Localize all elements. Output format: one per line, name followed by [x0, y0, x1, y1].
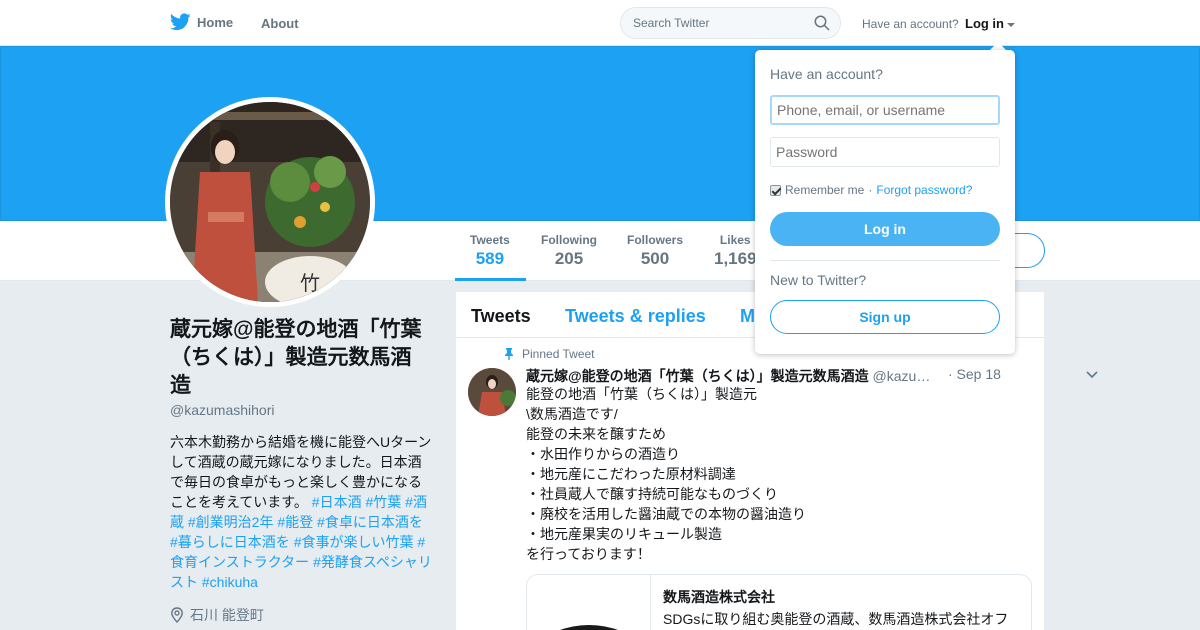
search-icon[interactable] — [814, 15, 830, 31]
profile-handle[interactable]: @kazumashihori — [170, 402, 274, 418]
stat-likes[interactable]: Likes 1,169 — [714, 233, 757, 269]
svg-text:竹: 竹 — [300, 271, 320, 295]
pinned-text: Pinned Tweet — [522, 347, 595, 361]
tweet-author-name[interactable]: 蔵元嫁@能登の地酒「竹葉（ちくは）」製造元数馬酒造 — [526, 368, 869, 384]
stat-value: 205 — [554, 249, 584, 268]
tweet-header: 蔵元嫁@能登の地酒「竹葉（ちくは）」製造元数馬酒造 @kazu… · Sep 1… — [526, 366, 1098, 386]
tweet-line: を行っております！ — [526, 546, 651, 562]
link-card-description: SDGsに取り組む奥能登の酒蔵、数馬酒造株式会社オフ — [663, 611, 1009, 627]
profile-bio: 六本木勤務から結婚を機に能登へUターンして酒蔵の蔵元嫁になりました。日本酒で毎日… — [170, 432, 432, 592]
nav-home-link[interactable]: Home — [170, 13, 233, 31]
pinned-tweet-label: Pinned Tweet — [504, 347, 595, 361]
login-dropdown: Have an account? Remember me · Forgot pa… — [755, 50, 1015, 354]
bio-hashtag[interactable]: #chikuha — [202, 574, 258, 590]
new-to-twitter-label: New to Twitter? — [770, 272, 867, 288]
tweet-line: 能登の未来を醸すため — [526, 426, 666, 442]
nav-about-link[interactable]: About — [261, 16, 299, 31]
tweet-avatar-image — [468, 368, 516, 416]
remember-me-checkbox[interactable] — [770, 184, 781, 196]
chevron-down-icon — [1007, 22, 1015, 27]
search-input[interactable]: Search Twitter — [620, 7, 841, 39]
stat-tweets[interactable]: Tweets 589 — [470, 233, 510, 269]
nav-home-label: Home — [197, 14, 234, 30]
signup-button[interactable]: Sign up — [770, 300, 1000, 334]
tweet-line: 能登の地酒「竹葉（ちくは）」製造元 — [526, 386, 757, 402]
bio-hashtag[interactable]: #食卓に日本酒を — [317, 514, 423, 530]
avatar-photo: 竹 — [170, 102, 370, 302]
stat-value: 500 — [640, 249, 670, 268]
top-navigation: Home About Search Twitter Have an accoun… — [0, 0, 1200, 46]
tweet-line: ・廃校を活用した醤油蔵での本物の醤油造り — [526, 506, 806, 522]
bio-hashtag[interactable]: #竹葉 — [365, 494, 401, 510]
tweet-date[interactable]: · Sep 18 — [948, 366, 1001, 382]
link-card-image — [527, 575, 651, 630]
stat-following[interactable]: Following 205 — [541, 233, 597, 269]
dropdown-divider — [770, 260, 1000, 261]
remember-row: Remember me · Forgot password? — [770, 183, 972, 197]
password-field[interactable] — [770, 137, 1000, 167]
tweet-avatar[interactable] — [468, 368, 516, 416]
link-card-title: 数馬酒造株式会社 — [663, 589, 775, 605]
remember-me-label[interactable]: Remember me — [785, 183, 864, 197]
stat-label: Following — [541, 233, 597, 247]
stat-label: Likes — [719, 233, 751, 247]
remember-separator: · — [868, 183, 873, 197]
profile-name: 蔵元嫁@能登の地酒「竹葉（ちくは）」製造元数馬酒造 — [170, 318, 422, 397]
link-card[interactable]: 数馬酒造株式会社 SDGsに取り組む奥能登の酒蔵、数馬酒造株式会社オフ — [526, 574, 1032, 630]
avatar-illustration: 竹 — [170, 102, 370, 302]
stat-followers[interactable]: Followers 500 — [627, 233, 683, 269]
login-link-label: Log in — [965, 16, 1004, 31]
have-account-label: Have an account? — [862, 17, 959, 31]
active-stat-underline — [455, 278, 526, 281]
search-placeholder: Search Twitter — [633, 16, 710, 30]
location-pin-icon — [171, 607, 183, 623]
profile-location: 石川 能登町 — [170, 605, 264, 625]
bio-hashtag[interactable]: #暮らしに日本酒を — [170, 534, 290, 550]
bio-hashtag[interactable]: #能登 — [277, 514, 313, 530]
tweet-line: ・地元産にこだわった原材料調達 — [526, 466, 736, 482]
bio-hashtag[interactable]: #創業明治2年 — [188, 514, 274, 530]
tweet-line: ・社員蔵人で醸す持続可能なものづくり — [526, 486, 778, 502]
stat-label: Followers — [627, 233, 684, 247]
bio-hashtag[interactable]: #日本酒 — [312, 494, 362, 510]
location-text: 石川 能登町 — [190, 607, 264, 623]
dropdown-arrow — [990, 42, 1006, 50]
tweet-line: ・水田作りからの酒造り — [526, 446, 680, 462]
tweet-line: \数馬酒造です/ — [526, 406, 618, 422]
dropdown-heading: Have an account? — [770, 66, 883, 82]
forgot-password-link[interactable]: Forgot password? — [876, 183, 972, 197]
tweet-line: ・地元産果実のリキュール製造 — [526, 526, 722, 542]
tab-media[interactable]: M — [740, 306, 755, 327]
login-button[interactable]: Log in — [770, 212, 1000, 246]
tab-tweets-replies[interactable]: Tweets & replies — [565, 306, 706, 327]
pin-icon — [505, 348, 513, 360]
card-logo-image — [559, 625, 619, 630]
tweet-author-handle[interactable]: @kazu… — [873, 368, 931, 384]
twitter-bird-icon — [170, 13, 191, 31]
profile-avatar[interactable]: 竹 — [165, 97, 375, 307]
stat-label: Tweets — [470, 233, 510, 247]
bio-hashtag[interactable]: #食事が楽しい竹葉 — [294, 534, 414, 550]
stat-value: 1,169 — [714, 249, 757, 268]
login-menu-toggle[interactable]: Log in — [965, 16, 1015, 31]
username-field[interactable] — [770, 95, 1000, 125]
tweet-text: 能登の地酒「竹葉（ちくは）」製造元 \数馬酒造です/ 能登の未来を醸すため ・水… — [526, 384, 1016, 564]
stat-value: 589 — [475, 249, 505, 268]
tweet-menu-chevron-icon[interactable] — [1086, 371, 1098, 379]
tab-tweets[interactable]: Tweets — [471, 306, 531, 327]
